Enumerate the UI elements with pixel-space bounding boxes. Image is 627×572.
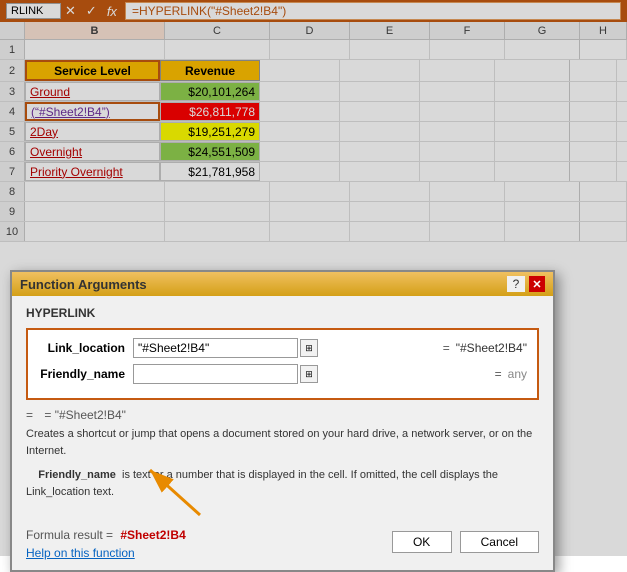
args-box: Link_location ⊞ = "#Sheet2!B4" Friendly_… — [26, 328, 539, 400]
dialog-title: Function Arguments — [20, 277, 147, 292]
result-equals: = — [26, 408, 33, 422]
formula-result-label: Formula result = — [26, 528, 113, 542]
cancel-button[interactable]: Cancel — [460, 531, 539, 553]
help-link[interactable]: Help on this function — [26, 546, 186, 560]
formula-result-line: Formula result = #Sheet2!B4 — [26, 528, 186, 542]
arg-row-friendly-name: Friendly_name ⊞ = any — [38, 364, 527, 384]
dialog-help-button[interactable]: ? — [507, 276, 525, 292]
link-location-value: "#Sheet2!B4" — [456, 341, 527, 355]
friendly-name-equals: = — [495, 367, 502, 381]
friendly-name-input-container: ⊞ — [133, 364, 489, 384]
arrow-svg — [120, 460, 220, 520]
dialog-titlebar: Function Arguments ? ✕ — [12, 272, 553, 296]
function-arguments-dialog[interactable]: Function Arguments ? ✕ HYPERLINK Link_lo… — [10, 270, 555, 572]
friendly-name-picker-icon[interactable]: ⊞ — [300, 365, 318, 383]
desc-main-text: Creates a shortcut or jump that opens a … — [26, 428, 532, 457]
link-location-equals: = — [443, 341, 450, 355]
arrow-annotation — [120, 460, 220, 523]
friendly-name-value: any — [508, 367, 527, 381]
result-value: = "#Sheet2!B4" — [44, 408, 126, 422]
ok-button[interactable]: OK — [392, 531, 452, 553]
link-location-label: Link_location — [38, 341, 133, 355]
link-location-input-container: ⊞ — [133, 338, 437, 358]
link-location-input[interactable] — [133, 338, 298, 358]
description-param: Friendly_name is text or a number that i… — [26, 467, 539, 500]
dialog-buttons: OK Cancel — [392, 531, 539, 553]
formula-result-value: #Sheet2!B4 — [120, 528, 185, 542]
dialog-body: HYPERLINK Link_location ⊞ = "#Sheet2!B4"… — [12, 296, 553, 518]
func-name-label: HYPERLINK — [26, 306, 539, 320]
friendly-name-label: Friendly_name — [38, 367, 133, 381]
desc-param-name: Friendly_name — [38, 469, 116, 481]
description-main: Creates a shortcut or jump that opens a … — [26, 426, 539, 459]
arg-row-link-location: Link_location ⊞ = "#Sheet2!B4" — [38, 338, 527, 358]
friendly-name-input[interactable] — [133, 364, 298, 384]
result-line: = = "#Sheet2!B4" — [26, 408, 539, 422]
link-location-picker-icon[interactable]: ⊞ — [300, 339, 318, 357]
dialog-footer: Formula result = #Sheet2!B4 Help on this… — [12, 518, 553, 570]
dialog-close-button[interactable]: ✕ — [529, 276, 545, 292]
